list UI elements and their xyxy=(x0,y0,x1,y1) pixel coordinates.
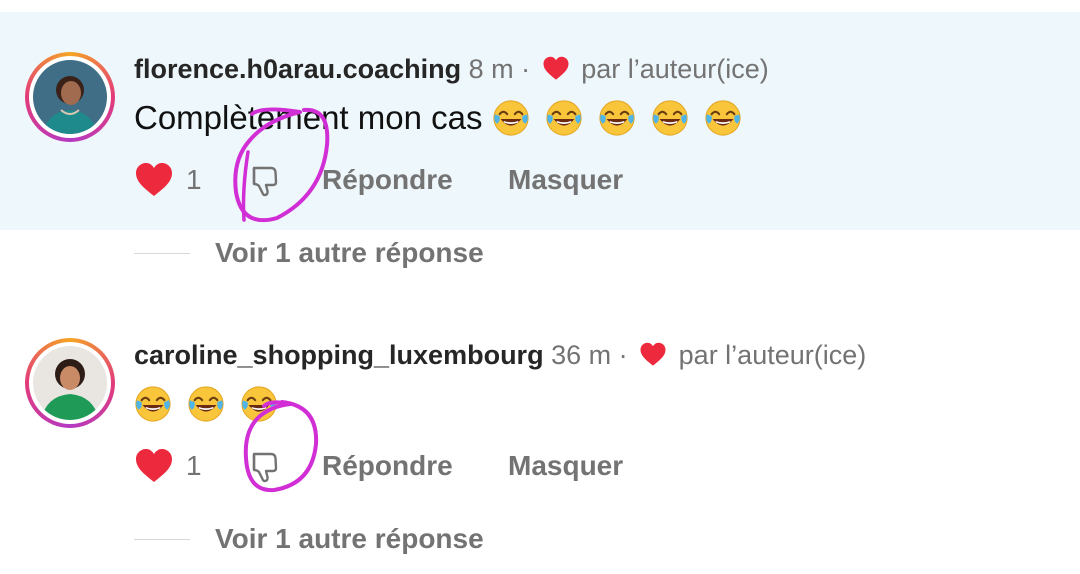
reply-button[interactable]: Répondre xyxy=(322,446,453,486)
username[interactable]: florence.h0arau.coaching xyxy=(134,54,461,84)
face-with-tears-of-joy-icon xyxy=(492,99,530,137)
timestamp: 8 m xyxy=(468,54,514,84)
reply-button[interactable]: Répondre xyxy=(322,160,453,200)
comment-text: Complètement mon cas xyxy=(134,98,748,138)
divider xyxy=(134,253,190,254)
thumbs-down-icon[interactable] xyxy=(246,164,280,198)
comment-header: florence.h0arau.coaching 8 m · par l’aut… xyxy=(134,52,769,86)
like-count: 1 xyxy=(186,450,202,481)
liked-by-author-label: par l’auteur(ice) xyxy=(678,340,867,370)
face-with-tears-of-joy-icon xyxy=(598,99,636,137)
timestamp: 36 m xyxy=(551,340,612,370)
like-count: 1 xyxy=(186,164,202,195)
profile-photo xyxy=(33,346,107,420)
profile-photo xyxy=(33,60,107,134)
heart-icon xyxy=(542,56,570,81)
face-with-tears-of-joy-icon xyxy=(651,99,689,137)
liked-by-author-label: par l’auteur(ice) xyxy=(581,54,769,84)
comments-screen: florence.h0arau.coaching 8 m · par l’aut… xyxy=(0,0,1080,574)
avatar[interactable] xyxy=(25,52,115,142)
face-with-tears-of-joy-icon xyxy=(187,385,225,423)
heart-icon[interactable] xyxy=(134,162,174,198)
heart-icon[interactable] xyxy=(134,448,174,484)
hide-button[interactable]: Masquer xyxy=(508,160,623,200)
face-with-tears-of-joy-icon xyxy=(134,385,172,423)
separator: · xyxy=(618,340,628,370)
face-with-tears-of-joy-icon xyxy=(240,385,278,423)
comment-item: florence.h0arau.coaching 8 m · par l’aut… xyxy=(0,12,1080,230)
comment-text-content: Complètement mon cas xyxy=(134,99,483,136)
separator: · xyxy=(521,54,531,84)
hide-button[interactable]: Masquer xyxy=(508,446,623,486)
view-replies-label[interactable]: Voir 1 autre réponse xyxy=(215,522,484,556)
face-with-tears-of-joy-icon xyxy=(704,99,742,137)
face-with-tears-of-joy-icon xyxy=(545,99,583,137)
heart-icon xyxy=(639,342,667,367)
divider xyxy=(134,539,190,540)
view-replies-link[interactable]: Voir 1 autre réponse xyxy=(134,236,734,270)
comment-text xyxy=(134,384,284,424)
view-replies-label[interactable]: Voir 1 autre réponse xyxy=(215,236,484,270)
username[interactable]: caroline_shopping_luxembourg xyxy=(134,340,544,370)
view-replies-link[interactable]: Voir 1 autre réponse xyxy=(134,522,734,556)
avatar[interactable] xyxy=(25,338,115,428)
comment-header: caroline_shopping_luxembourg 36 m · par … xyxy=(134,338,866,372)
thumbs-down-icon[interactable] xyxy=(246,450,280,484)
